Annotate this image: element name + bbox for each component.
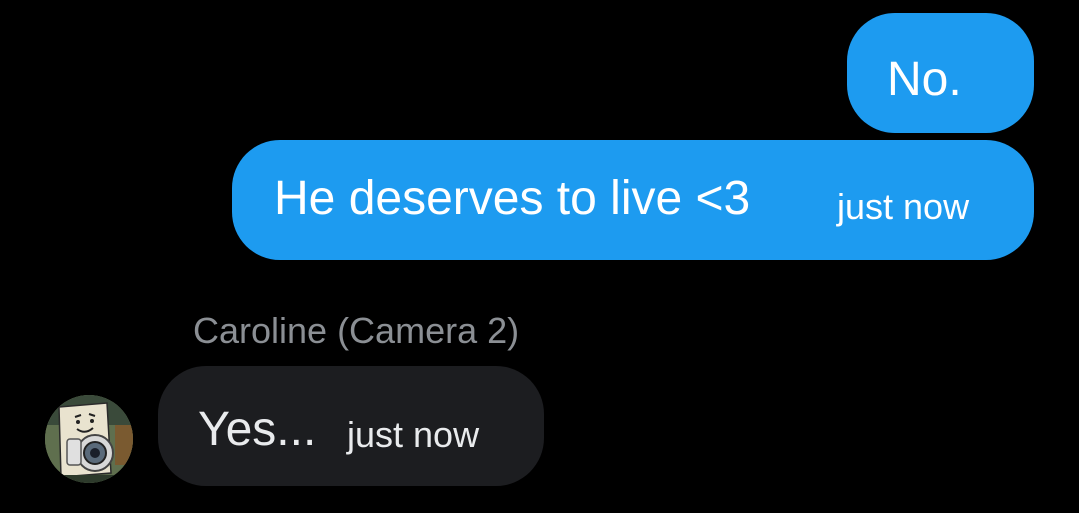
incoming-message-bubble[interactable]: Yes... just now [158,366,544,486]
outgoing-message-bubble[interactable]: No. [847,13,1034,133]
outgoing-message-bubble[interactable]: He deserves to live <3 just now [232,140,1034,260]
message-text: He deserves to live <3 [274,172,751,225]
sender-name: Caroline (Camera 2) [193,310,520,351]
message-text: No. [887,53,962,106]
avatar[interactable] [45,395,133,483]
camera-character-icon [45,395,133,483]
message-text: Yes... [198,403,317,456]
message-timestamp: just now [347,414,480,455]
message-timestamp: just now [837,186,970,227]
